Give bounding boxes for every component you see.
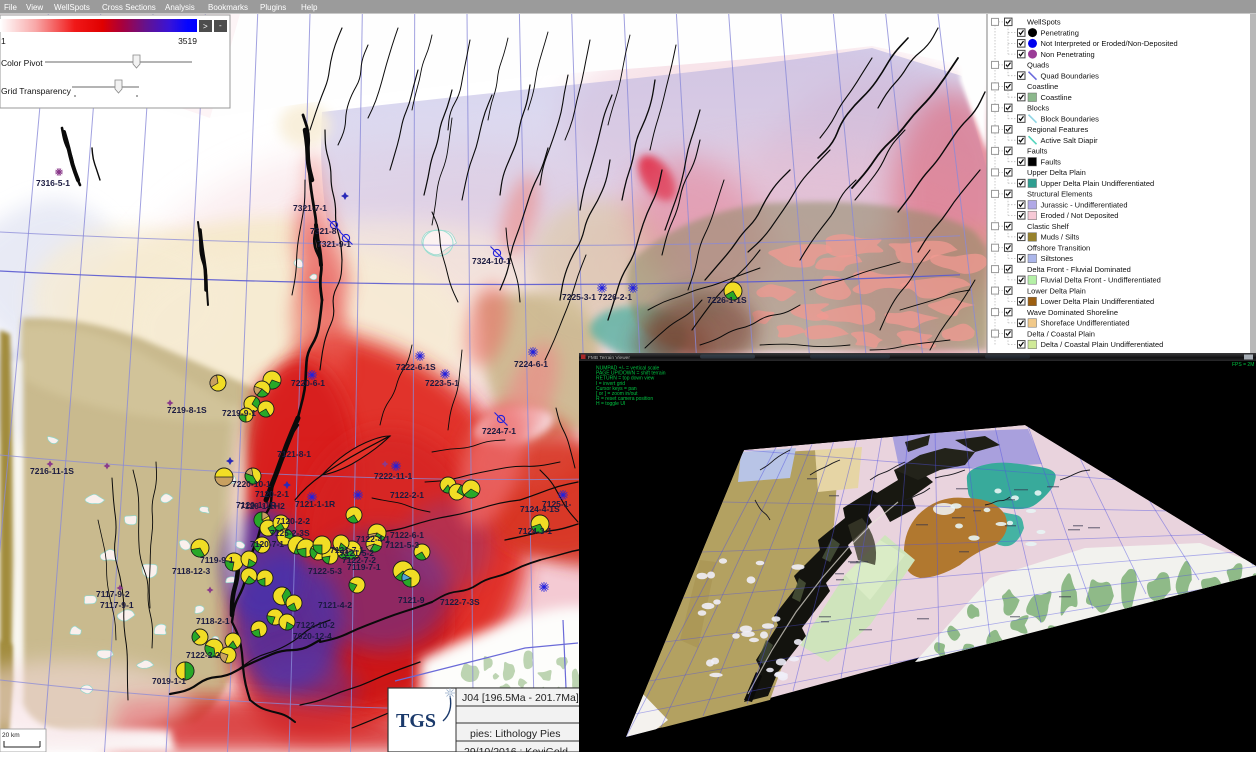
svg-text:7118-2-1: 7118-2-1 xyxy=(196,616,230,626)
svg-text:J04 [196.5Ma - 201.7Ma]: J04 [196.5Ma - 201.7Ma] xyxy=(462,692,579,704)
svg-text:Quads: Quads xyxy=(1027,61,1049,70)
svg-text:7120-1-1H2: 7120-1-1H2 xyxy=(240,501,285,511)
svg-text:pies: Lithology Pies: pies: Lithology Pies xyxy=(470,728,560,740)
svg-text:7220-6-1: 7220-6-1 xyxy=(291,378,325,388)
svg-text:7120-2-1: 7120-2-1 xyxy=(255,489,289,499)
svg-text:7222-11-1: 7222-11-1 xyxy=(374,471,413,481)
svg-text:7225-3-1: 7225-3-1 xyxy=(562,292,596,302)
svg-text:Blocks: Blocks xyxy=(1027,104,1049,113)
svg-text:7117-9-2: 7117-9-2 xyxy=(96,589,130,599)
svg-text:Non Penetrating: Non Penetrating xyxy=(1041,50,1095,59)
svg-text:Coastline: Coastline xyxy=(1041,93,1072,102)
svg-text:7120-2-2: 7120-2-2 xyxy=(276,516,310,526)
svg-text:7121-4-2: 7121-4-2 xyxy=(318,600,352,610)
svg-text:Penetrating: Penetrating xyxy=(1041,28,1079,37)
svg-text:Muds / Silts: Muds / Silts xyxy=(1041,233,1080,242)
svg-text:7226-2-1: 7226-2-1 xyxy=(598,292,632,302)
svg-text:FPS = 2M: FPS = 2M xyxy=(1232,362,1254,368)
svg-text:Delta / Coastal Plain Undiffer: Delta / Coastal Plain Undifferentiated xyxy=(1041,340,1164,349)
svg-text:Lower Delta Plain: Lower Delta Plain xyxy=(1027,286,1086,295)
svg-text:Eroded / Not Deposited: Eroded / Not Deposited xyxy=(1041,211,1119,220)
svg-text:7121-5-3: 7121-5-3 xyxy=(385,540,419,550)
svg-text:7324-10-1: 7324-10-1 xyxy=(472,256,511,266)
svg-text:WellSpots: WellSpots xyxy=(54,3,90,12)
svg-text:File: File xyxy=(4,3,17,12)
svg-text:Offshore Transition: Offshore Transition xyxy=(1027,244,1090,253)
svg-text:7121-9: 7121-9 xyxy=(398,595,425,605)
svg-text:7120-7-1: 7120-7-1 xyxy=(250,539,284,549)
svg-text:7321-7-1: 7321-7-1 xyxy=(293,203,327,213)
svg-text:Plugins: Plugins xyxy=(260,3,286,12)
svg-text:Grid Transparency: Grid Transparency xyxy=(1,86,72,96)
svg-text:7122-2-1: 7122-2-1 xyxy=(390,490,424,500)
svg-text:7019-1-1: 7019-1-1 xyxy=(152,676,186,686)
svg-text:Bookmarks: Bookmarks xyxy=(208,3,248,12)
svg-text:7222-6-1S: 7222-6-1S xyxy=(396,362,436,372)
svg-text:7219-9-1: 7219-9-1 xyxy=(222,408,256,418)
svg-text:Analysis: Analysis xyxy=(165,3,195,12)
svg-text:Fluvial Delta Front - Undiffer: Fluvial Delta Front - Undifferentiated xyxy=(1041,276,1161,285)
svg-text:>: > xyxy=(203,22,208,31)
svg-text:Siltstones: Siltstones xyxy=(1041,254,1074,263)
svg-text:Help: Help xyxy=(301,3,318,12)
svg-text:Regional Features: Regional Features xyxy=(1027,125,1089,134)
svg-text:7226-1-1S: 7226-1-1S xyxy=(707,295,747,305)
svg-text:7117-9-1: 7117-9-1 xyxy=(100,600,134,610)
svg-text:7122-10-2: 7122-10-2 xyxy=(296,620,335,630)
svg-text:Upper Delta Plain Undifferenti: Upper Delta Plain Undifferentiated xyxy=(1041,179,1155,188)
svg-text:Lower Delta Plain Undifferenti: Lower Delta Plain Undifferentiated xyxy=(1041,297,1155,306)
svg-text:7220-10-1: 7220-10-1 xyxy=(232,479,271,489)
svg-text:7121-1-1R: 7121-1-1R xyxy=(295,499,335,509)
svg-text:7122-6-1: 7122-6-1 xyxy=(390,530,424,540)
svg-text:7122-7-3S: 7122-7-3S xyxy=(440,597,480,607)
svg-text:7020-12-4: 7020-12-4 xyxy=(293,631,332,641)
svg-text:-: - xyxy=(219,21,222,30)
svg-text:7118-12-3: 7118-12-3 xyxy=(172,566,211,576)
svg-text:Delta / Coastal Plain: Delta / Coastal Plain xyxy=(1027,329,1095,338)
svg-text:7119-7-1: 7119-7-1 xyxy=(347,562,381,572)
svg-text:7122-5-3: 7122-5-3 xyxy=(308,566,342,576)
svg-text:Wave Dominated Shoreline: Wave Dominated Shoreline xyxy=(1027,308,1118,317)
svg-text:Quad Boundaries: Quad Boundaries xyxy=(1041,72,1100,81)
svg-text:Not Interpreted or Eroded/Non-: Not Interpreted or Eroded/Non-Deposited xyxy=(1041,39,1178,48)
svg-text:7121-8-1: 7121-8-1 xyxy=(277,449,311,459)
svg-text:Shoreface Undifferentiated: Shoreface Undifferentiated xyxy=(1041,319,1130,328)
svg-text:7316-5-1: 7316-5-1 xyxy=(36,178,70,188)
svg-text:H = toggle UI: H = toggle UI xyxy=(596,401,625,407)
svg-text:7224-7-1: 7224-7-1 xyxy=(482,426,516,436)
svg-text:Clastic Shelf: Clastic Shelf xyxy=(1027,222,1070,231)
svg-text:3519: 3519 xyxy=(178,36,197,46)
svg-text:1: 1 xyxy=(1,36,6,46)
svg-text:7321-8: 7321-8 xyxy=(310,226,337,236)
svg-text:7121-7-1: 7121-7-1 xyxy=(330,545,364,555)
svg-text:View: View xyxy=(26,3,43,12)
svg-text:7224-6-1: 7224-6-1 xyxy=(514,359,548,369)
svg-text:WellSpots: WellSpots xyxy=(1027,18,1061,27)
svg-text:7321-9-1: 7321-9-1 xyxy=(317,239,351,249)
svg-text:Active Salt Diapir: Active Salt Diapir xyxy=(1041,136,1099,145)
svg-text:7125-1-: 7125-1- xyxy=(542,499,571,509)
svg-text:Faults: Faults xyxy=(1027,147,1048,156)
svg-text:Block Boundaries: Block Boundaries xyxy=(1041,115,1100,124)
svg-text:7125-2-3S: 7125-2-3S xyxy=(270,528,310,538)
svg-text:TGS: TGS xyxy=(396,710,436,732)
svg-text:Faults: Faults xyxy=(1041,158,1062,167)
svg-text:20 km: 20 km xyxy=(2,732,20,739)
svg-text:7124-3-1: 7124-3-1 xyxy=(518,526,552,536)
svg-text:7119-9-1: 7119-9-1 xyxy=(200,555,234,565)
svg-text:7216-11-1S: 7216-11-1S xyxy=(30,466,74,476)
svg-text:Delta Front - Fluvial Dominate: Delta Front - Fluvial Dominated xyxy=(1027,265,1131,274)
svg-text:Cross Sections: Cross Sections xyxy=(102,3,156,12)
svg-text:7223-5-1: 7223-5-1 xyxy=(425,378,459,388)
svg-text:Coastline: Coastline xyxy=(1027,82,1058,91)
svg-text:7219-8-1S: 7219-8-1S xyxy=(167,405,207,415)
svg-text:FMB Terrain Viewer: FMB Terrain Viewer xyxy=(588,355,630,361)
svg-text:Jurassic - Undifferentiated: Jurassic - Undifferentiated xyxy=(1041,201,1128,210)
svg-text:29/10/2016 : KeyiGold: 29/10/2016 : KeyiGold xyxy=(464,746,568,752)
svg-text:Upper Delta Plain: Upper Delta Plain xyxy=(1027,168,1086,177)
svg-text:Structural Elements: Structural Elements xyxy=(1027,190,1093,199)
svg-text:Color Pivot: Color Pivot xyxy=(1,58,43,68)
svg-text:7122-2-2: 7122-2-2 xyxy=(186,650,220,660)
